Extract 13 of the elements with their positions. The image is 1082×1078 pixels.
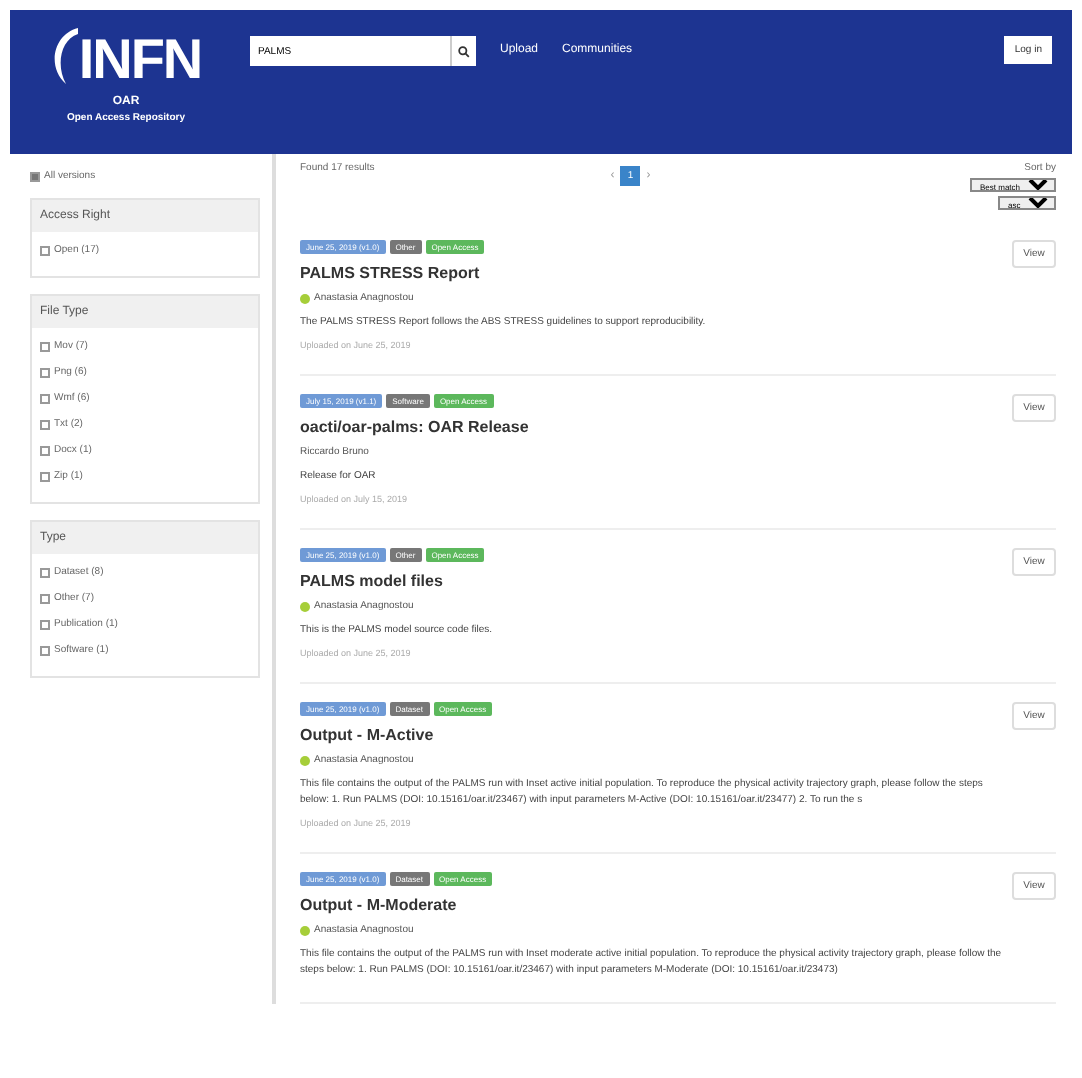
search-button[interactable] <box>450 36 476 66</box>
logo-arc-icon <box>50 26 79 86</box>
orcid-icon <box>300 925 310 935</box>
orcid-icon <box>300 755 310 765</box>
record-title[interactable]: oacti/oar-palms: OAR Release <box>300 418 1012 436</box>
logo-text: INFN <box>78 26 202 94</box>
search-icon <box>458 45 470 57</box>
record-title[interactable]: Output - M-Moderate <box>300 896 1012 914</box>
orcid-icon <box>300 601 310 611</box>
record-title[interactable]: Output - M-Active <box>300 726 1012 744</box>
orcid-icon <box>300 293 310 303</box>
record-title[interactable]: PALMS STRESS Report <box>300 264 1012 282</box>
record-title[interactable]: PALMS model files <box>300 572 1012 590</box>
